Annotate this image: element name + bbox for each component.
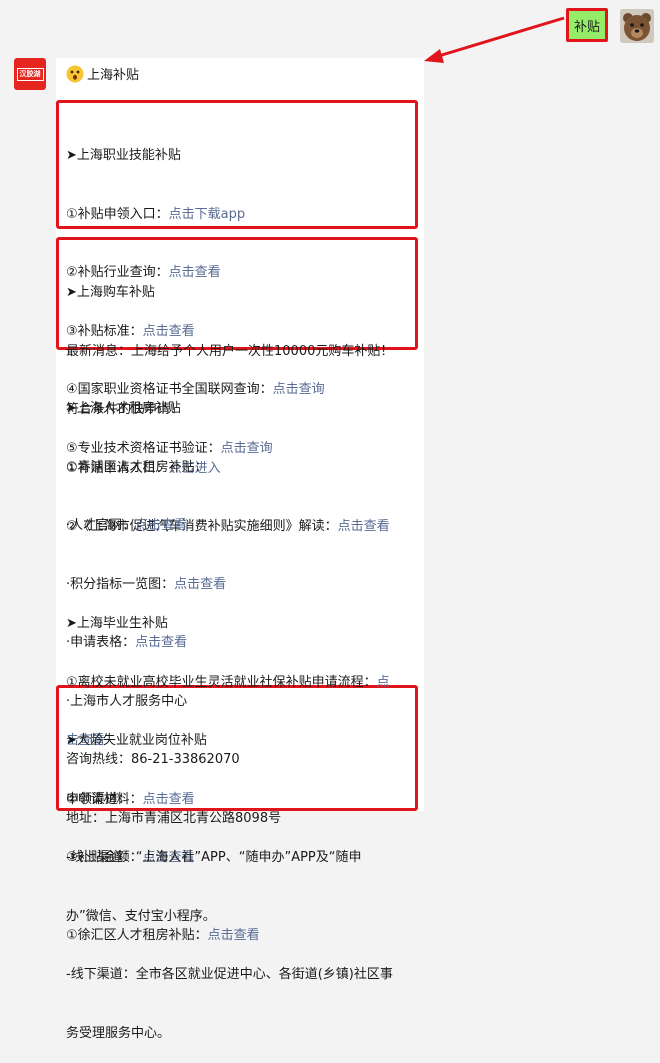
section-title: ➤上海人才租房补贴 bbox=[66, 401, 181, 416]
section-elderly-job: ➤大龄失业就业岗位补贴 申领渠道： -线上渠道：“上海人社”APP、“随申办”A… bbox=[66, 692, 393, 1063]
online-channel-text: -线上渠道：“上海人社”APP、“随申办”APP及“随申 bbox=[66, 850, 362, 865]
news-text: 最新消息：上海给予个人用户一次性10000元购车补贴！ bbox=[66, 343, 394, 359]
section-title: ➤大龄失业就业岗位补贴 bbox=[66, 733, 207, 748]
user-message-bubble: 补贴 bbox=[566, 8, 608, 42]
surprised-face-icon bbox=[66, 65, 84, 82]
list-item: ①补贴申领入口：点击下载app bbox=[66, 206, 246, 222]
online-channel-text: 办”微信、支付宝小程序。 bbox=[66, 908, 216, 924]
list-item: ·人才官网：点击查看 bbox=[66, 518, 188, 533]
subheading: ①青浦区人才租房补贴： bbox=[66, 459, 208, 475]
download-app-link[interactable]: 点击下载app bbox=[169, 207, 245, 222]
channels-heading: 申领渠道： bbox=[66, 791, 132, 807]
view-link[interactable]: 点击查看 bbox=[338, 519, 390, 534]
bot-message-header: 上海补贴 bbox=[66, 64, 139, 83]
section-title: ➤上海毕业生补贴 bbox=[66, 616, 168, 631]
offline-channel-text: 务受理服务中心。 bbox=[66, 1025, 171, 1041]
section-title: ➤上海职业技能补贴 bbox=[66, 148, 181, 163]
bot-message-title: 上海补贴 bbox=[87, 68, 140, 83]
bot-avatar[interactable]: 汉胶湖 bbox=[14, 58, 46, 90]
bot-logo: 汉胶湖 bbox=[16, 67, 44, 81]
view-link[interactable]: 点 bbox=[377, 675, 390, 690]
offline-channel-text: -线下渠道：全市各区就业促进中心、各街道(乡镇)社区事 bbox=[66, 967, 393, 982]
user-avatar[interactable] bbox=[620, 9, 654, 43]
bear-avatar-icon bbox=[620, 9, 654, 43]
section-title: ➤上海购车补贴 bbox=[66, 285, 155, 300]
view-link[interactable]: 点击查看 bbox=[135, 518, 187, 533]
list-item: ①离校未就业高校毕业生灵活就业社保补贴申请流程：点 bbox=[66, 674, 390, 690]
user-message-text: 补贴 bbox=[573, 19, 600, 35]
